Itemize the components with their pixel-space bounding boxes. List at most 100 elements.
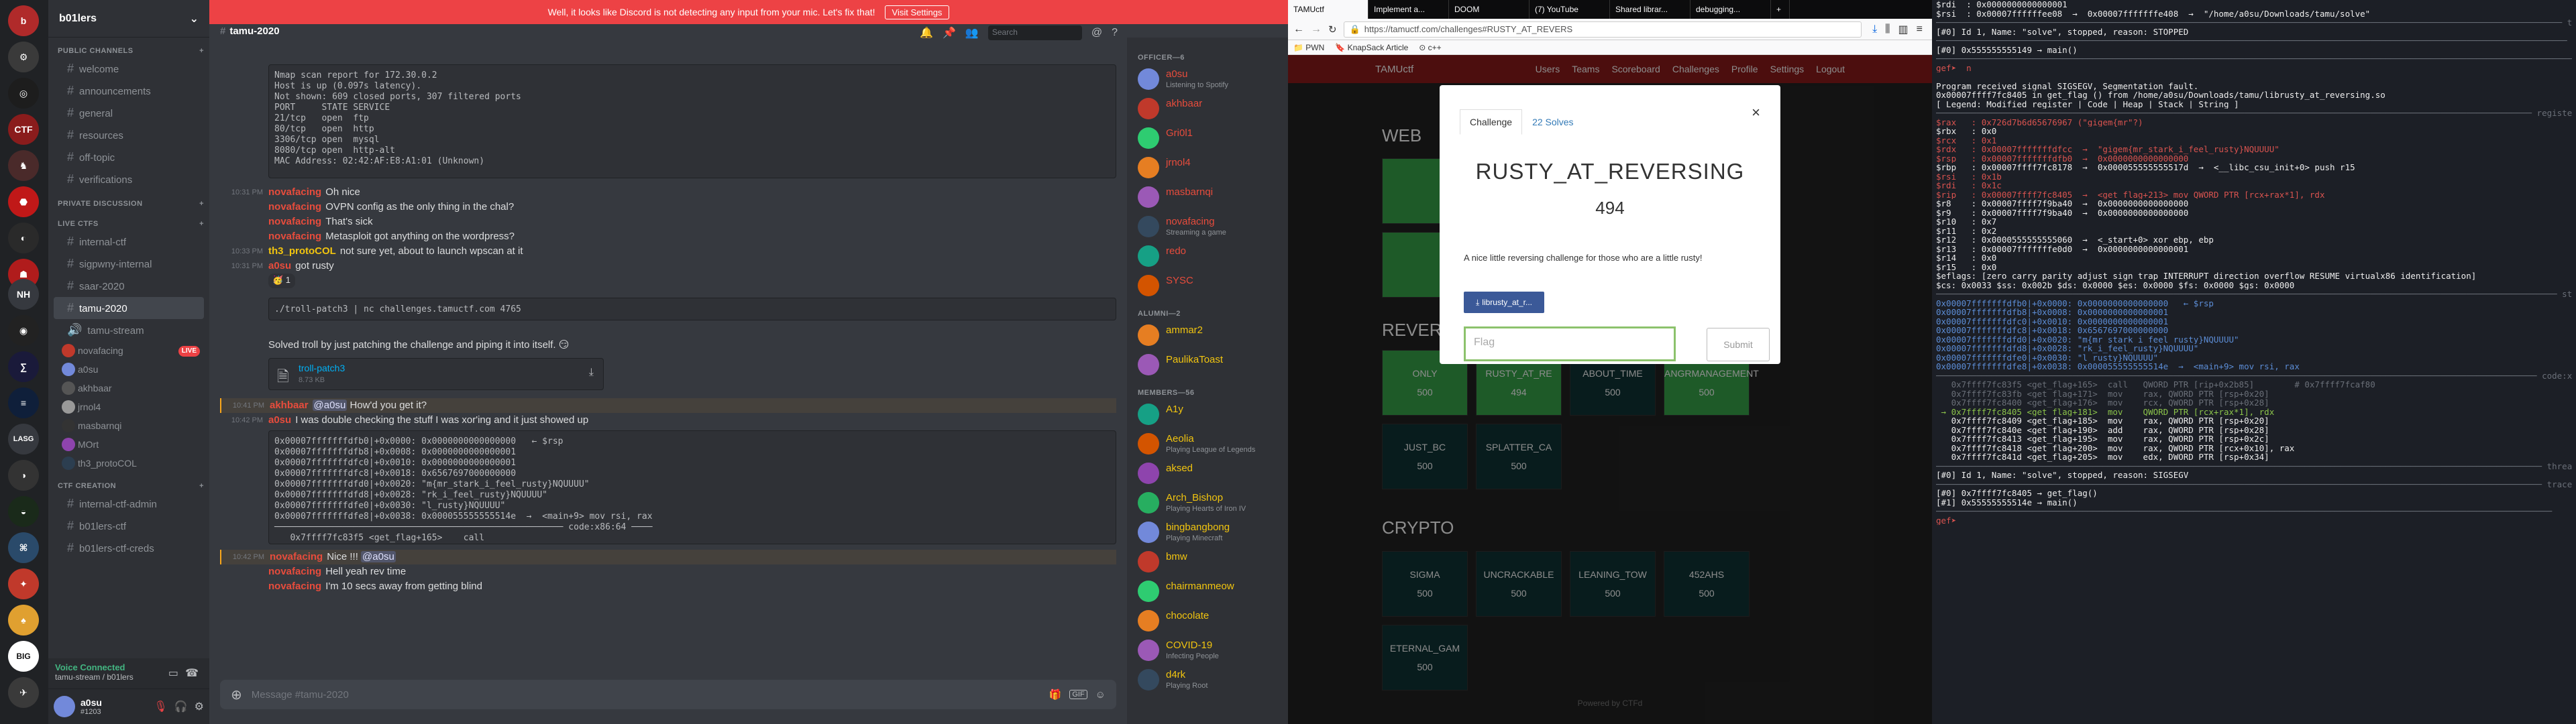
member-item[interactable]: PaulikaToast <box>1127 350 1288 379</box>
message-author[interactable]: a0su <box>268 260 291 272</box>
plus-icon[interactable]: + <box>199 200 204 208</box>
gear-icon[interactable]: ⚙ <box>195 700 204 713</box>
server-icon[interactable]: ✈ <box>8 677 39 708</box>
message-composer[interactable]: ⊕ Message #tamu-2020 🎁 GIF ☺ <box>220 680 1116 709</box>
headphones-icon[interactable]: 🎧 <box>174 700 188 713</box>
channel-internal-ctf-admin[interactable]: # internal-ctf-admin <box>54 493 204 515</box>
avatar[interactable] <box>54 696 75 717</box>
library-icon[interactable]: ⫼ <box>1885 23 1890 36</box>
member-item[interactable]: bmw <box>1127 547 1288 577</box>
file-download-button[interactable]: ⤓ librusty_at_r... <box>1464 292 1544 313</box>
attach-plus-icon[interactable]: ⊕ <box>231 686 242 703</box>
channel-welcome[interactable]: # welcome <box>54 58 204 80</box>
bookmark-knapsack[interactable]: 🔖 KnapSack Article <box>1335 43 1408 52</box>
channel-tamu-2020[interactable]: # tamu-2020 <box>54 297 204 319</box>
browser-tab[interactable]: Shared librar... <box>1610 0 1690 19</box>
message-author[interactable]: a0su <box>268 414 291 426</box>
message-input[interactable]: Message #tamu-2020 <box>252 689 1041 701</box>
channel-saar-2020[interactable]: # saar-2020 <box>54 275 204 297</box>
message-author[interactable]: novafacing <box>268 566 321 577</box>
channel-verifications[interactable]: # verifications <box>54 168 204 190</box>
bookmark-cpp[interactable]: ⊙ c++ <box>1419 43 1441 52</box>
member-item[interactable]: chairmanmeow <box>1127 577 1288 606</box>
server-icon-nh[interactable]: NH <box>8 279 39 310</box>
download-icon[interactable]: ⤓ <box>1872 23 1877 36</box>
voice-user[interactable]: novafacing LIVE <box>48 341 209 360</box>
category-live[interactable]: LIVE CTFS + <box>48 210 209 231</box>
tab-challenge[interactable]: Challenge <box>1460 109 1523 135</box>
member-item[interactable]: chocolate <box>1127 606 1288 636</box>
voice-user[interactable]: akhbaar <box>48 379 209 398</box>
member-item[interactable]: ammar2 <box>1127 320 1288 350</box>
channel-internal-ctf[interactable]: # internal-ctf <box>54 231 204 253</box>
channel-sigpwny-internal[interactable]: # sigpwny-internal <box>54 253 204 275</box>
member-item[interactable]: masbarnqi <box>1127 182 1288 212</box>
server-icon[interactable]: ≡ <box>8 387 39 418</box>
member-item[interactable]: akhbaar <box>1127 94 1288 123</box>
server-icon-big[interactable]: BIG <box>8 641 39 672</box>
server-icon[interactable]: ◎ <box>8 78 39 109</box>
channel-general[interactable]: # general <box>54 102 204 124</box>
channel-off-topic[interactable]: # off-topic <box>54 146 204 168</box>
message-author[interactable]: novafacing <box>268 581 321 592</box>
emoji-icon[interactable]: ☺ <box>1095 689 1106 701</box>
server-icon-lasg[interactable]: LASG <box>8 424 39 455</box>
message-author[interactable]: novafacing <box>268 186 321 198</box>
member-item[interactable]: Gri0l1 <box>1127 123 1288 153</box>
visit-settings-button[interactable]: Visit Settings <box>884 5 950 19</box>
server-icon[interactable]: ⌘ <box>8 532 39 563</box>
browser-tab[interactable]: debugging... <box>1690 0 1771 19</box>
disconnect-icon[interactable]: ☎ <box>185 666 199 680</box>
channel-b01lers-ctf-creds[interactable]: # b01lers-ctf-creds <box>54 537 204 559</box>
bookmark-pwn[interactable]: 📁 PWN <box>1293 43 1324 52</box>
menu-icon[interactable]: ≡ <box>1917 23 1923 36</box>
message-author[interactable]: novafacing <box>270 551 323 562</box>
plus-icon[interactable]: + <box>199 47 204 55</box>
plus-icon[interactable]: + <box>199 482 204 490</box>
channel-resources[interactable]: # resources <box>54 124 204 146</box>
server-icon[interactable]: ◒ <box>8 496 39 527</box>
submit-button[interactable]: Submit <box>1707 328 1770 361</box>
tab-solves[interactable]: 22 Solves <box>1522 109 1583 135</box>
download-icon[interactable]: ⤓ <box>589 367 594 379</box>
server-icon-b01lers[interactable]: b <box>8 5 39 36</box>
server-icon[interactable]: ◐ <box>8 223 39 253</box>
plus-icon[interactable]: + <box>199 220 204 228</box>
voice-user[interactable]: MOrt <box>48 435 209 454</box>
server-icon[interactable]: ◉ <box>8 315 39 346</box>
member-item[interactable]: Aeolia Playing League of Legends <box>1127 429 1288 459</box>
server-icon[interactable]: ♠ <box>8 605 39 636</box>
new-tab-button[interactable]: + <box>1771 0 1790 19</box>
server-icon[interactable]: ◑ <box>8 460 39 491</box>
mention[interactable]: @a0su <box>361 551 396 562</box>
sidebar-icon[interactable]: ▥ <box>1898 23 1909 36</box>
member-item[interactable]: aksed <box>1127 459 1288 488</box>
forward-icon[interactable]: → <box>1311 23 1322 36</box>
mention[interactable]: @a0su <box>312 400 347 411</box>
voice-user[interactable]: th3_protoCOL <box>48 454 209 473</box>
flag-input[interactable]: Flag <box>1464 326 1676 361</box>
member-item[interactable]: redo <box>1127 241 1288 271</box>
category-public[interactable]: PUBLIC CHANNELS + <box>48 38 209 58</box>
browser-tab[interactable]: TAMUctf <box>1288 0 1368 19</box>
browser-tab[interactable]: Implement a... <box>1368 0 1449 19</box>
voice-user[interactable]: a0su <box>48 360 209 379</box>
message-author[interactable]: th3_protoCOL <box>268 245 336 257</box>
member-item[interactable]: d4rk Playing Root <box>1127 665 1288 695</box>
voice-user[interactable]: masbarnqi <box>48 416 209 435</box>
gift-icon[interactable]: 🎁 <box>1049 688 1062 701</box>
member-item[interactable]: A1y <box>1127 400 1288 429</box>
message-author[interactable]: akhbaar <box>270 400 309 411</box>
browser-tab[interactable]: (7) YouTube <box>1529 0 1610 19</box>
message-author[interactable]: novafacing <box>268 201 321 213</box>
gdb-terminal[interactable]: $rdi : 0x0000000000000001 $rsi : 0x00007f… <box>1932 0 2576 724</box>
member-item[interactable]: Arch_Bishop Playing Hearts of Iron IV <box>1127 488 1288 518</box>
message-author[interactable]: novafacing <box>268 216 321 227</box>
category-creation[interactable]: CTF CREATION + <box>48 473 209 493</box>
server-icon[interactable]: ♞ <box>8 150 39 181</box>
server-icon[interactable]: ⚙ <box>8 42 39 72</box>
back-icon[interactable]: ← <box>1293 23 1304 36</box>
mute-icon[interactable]: 🎙 <box>154 700 167 713</box>
file-link[interactable]: troll-patch3 <box>299 363 345 373</box>
voice-channel-tamu-stream[interactable]: 🔊 tamu-stream <box>54 319 204 341</box>
